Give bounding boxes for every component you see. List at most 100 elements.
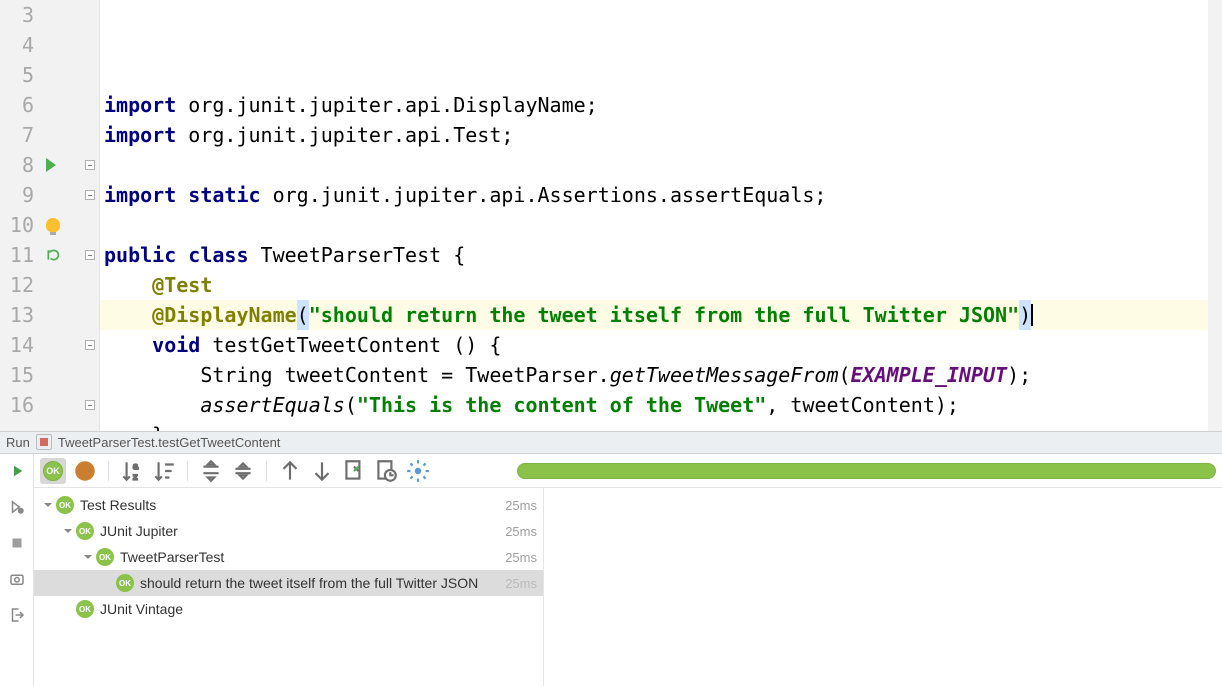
line-number: 12 xyxy=(0,270,42,300)
svg-text:a: a xyxy=(133,460,138,470)
text-caret xyxy=(1031,304,1033,326)
intention-bulb-icon[interactable] xyxy=(46,218,60,232)
code-line[interactable]: @DisplayName("should return the tweet it… xyxy=(100,300,1222,330)
test-tree-row[interactable]: OKJUnit Jupiter25ms xyxy=(34,518,543,544)
run-class-icon[interactable] xyxy=(46,158,56,172)
code-line[interactable]: import org.junit.jupiter.api.Test; xyxy=(100,120,1222,150)
code-line[interactable]: void testGetTweetContent () { xyxy=(100,330,1222,360)
run-config-name: TweetParserTest.testGetTweetContent xyxy=(58,435,281,450)
code-line[interactable]: assertEquals("This is the content of the… xyxy=(100,390,1222,420)
run-left-toolbar xyxy=(0,454,34,686)
export-results-button[interactable] xyxy=(341,458,367,484)
test-settings-button[interactable] xyxy=(405,458,431,484)
test-ok-icon: OK xyxy=(56,496,74,514)
stop-button[interactable] xyxy=(6,532,28,554)
test-tree-row[interactable]: OKshould return the tweet itself from th… xyxy=(34,570,543,596)
line-number: 9 xyxy=(0,180,42,210)
toggle-auto-test-button[interactable] xyxy=(6,496,28,518)
code-line[interactable]: import org.junit.jupiter.api.DisplayName… xyxy=(100,90,1222,120)
test-toolbar: OK az xyxy=(34,454,1222,488)
line-number: 5 xyxy=(0,60,42,90)
code-token: ( xyxy=(345,390,357,420)
gutter-cell xyxy=(42,180,99,210)
code-token: @DisplayName xyxy=(152,300,297,330)
code-token: getTweetMessageFrom xyxy=(610,360,839,390)
test-tree-row[interactable]: OKTweetParserTest25ms xyxy=(34,544,543,570)
test-node-label: JUnit Vintage xyxy=(100,601,537,617)
code-line[interactable]: String tweetContent = TweetParser.getTwe… xyxy=(100,360,1222,390)
toolbar-separator xyxy=(108,461,109,481)
code-token: EXAMPLE_INPUT xyxy=(851,360,1008,390)
collapse-icon[interactable] xyxy=(62,525,74,537)
fold-toggle-icon[interactable] xyxy=(85,160,95,170)
line-number: 3 xyxy=(0,0,42,30)
gutter-cell xyxy=(42,390,99,420)
line-number: 10 xyxy=(0,210,42,240)
code-area[interactable]: import org.junit.jupiter.api.DisplayName… xyxy=(100,0,1222,431)
test-output-pane[interactable] xyxy=(544,488,1222,686)
line-number-gutter: 345678910111213141516 xyxy=(0,0,42,431)
run-method-icon[interactable] xyxy=(46,248,60,262)
line-number: 7 xyxy=(0,120,42,150)
fold-toggle-icon[interactable] xyxy=(85,250,95,260)
run-main: OK az xyxy=(34,454,1222,686)
test-node-label: JUnit Jupiter xyxy=(100,523,505,539)
test-node-label: TweetParserTest xyxy=(120,549,505,565)
previous-failed-button[interactable] xyxy=(277,458,303,484)
code-token: org.junit.jupiter.api.DisplayName; xyxy=(176,90,597,120)
test-tree-row[interactable]: OK Test Results25ms xyxy=(34,492,543,518)
gutter-cell xyxy=(42,360,99,390)
test-tree-row[interactable]: OKJUnit Vintage xyxy=(34,596,543,622)
test-node-label: Test Results xyxy=(80,497,505,513)
test-results-tree[interactable]: OKTest Results25msOKJUnit Jupiter25msOKT… xyxy=(34,488,544,686)
collapse-icon[interactable] xyxy=(82,551,94,563)
code-token: import static xyxy=(104,180,261,210)
run-tool-window: OK az xyxy=(0,454,1222,686)
show-ignored-toggle[interactable] xyxy=(72,458,98,484)
exit-button[interactable] xyxy=(6,604,28,626)
collapse-all-button[interactable] xyxy=(230,458,256,484)
import-history-button[interactable] xyxy=(373,458,399,484)
line-number: 13 xyxy=(0,300,42,330)
code-line[interactable]: import static org.junit.jupiter.api.Asse… xyxy=(100,180,1222,210)
line-number: 14 xyxy=(0,330,42,360)
code-line[interactable]: } xyxy=(100,420,1222,431)
code-token: org.junit.jupiter.api.Test; xyxy=(176,120,513,150)
show-passed-toggle[interactable]: OK xyxy=(40,458,66,484)
collapse-icon[interactable] xyxy=(42,499,54,511)
fold-toggle-icon[interactable] xyxy=(85,340,95,350)
expand-all-button[interactable] xyxy=(198,458,224,484)
code-token: } xyxy=(152,420,164,431)
gutter-cell xyxy=(42,270,99,300)
fold-toggle-icon[interactable] xyxy=(85,190,95,200)
gutter-cell xyxy=(42,300,99,330)
dump-threads-button[interactable] xyxy=(6,568,28,590)
line-number: 6 xyxy=(0,90,42,120)
rerun-button[interactable] xyxy=(6,460,28,482)
code-line[interactable] xyxy=(100,210,1222,240)
code-line[interactable]: public class TweetParserTest { xyxy=(100,240,1222,270)
code-editor[interactable]: 345678910111213141516 import org.junit.j… xyxy=(0,0,1222,432)
test-ok-icon: OK xyxy=(116,574,134,592)
line-number: 16 xyxy=(0,390,42,420)
gutter-cell xyxy=(42,120,99,150)
code-token: String tweetContent = TweetParser. xyxy=(200,360,609,390)
test-node-time: 25ms xyxy=(505,550,537,565)
code-token: @Test xyxy=(152,270,212,300)
code-token: ); xyxy=(1007,360,1031,390)
code-line[interactable]: @Test xyxy=(100,270,1222,300)
toolbar-separator xyxy=(266,461,267,481)
sort-by-duration-button[interactable] xyxy=(151,458,177,484)
test-node-time: 25ms xyxy=(505,498,537,513)
fold-toggle-icon[interactable] xyxy=(85,400,95,410)
editor-right-marker-strip xyxy=(1208,0,1222,431)
code-line[interactable] xyxy=(100,150,1222,180)
run-config-icon xyxy=(36,434,52,450)
toolbar-separator xyxy=(187,461,188,481)
sort-alphabetically-button[interactable]: az xyxy=(119,458,145,484)
next-failed-button[interactable] xyxy=(309,458,335,484)
gutter-cell xyxy=(42,210,99,240)
code-token: ) xyxy=(1019,300,1031,330)
gutter-cell xyxy=(42,60,99,90)
code-token: import xyxy=(104,120,176,150)
